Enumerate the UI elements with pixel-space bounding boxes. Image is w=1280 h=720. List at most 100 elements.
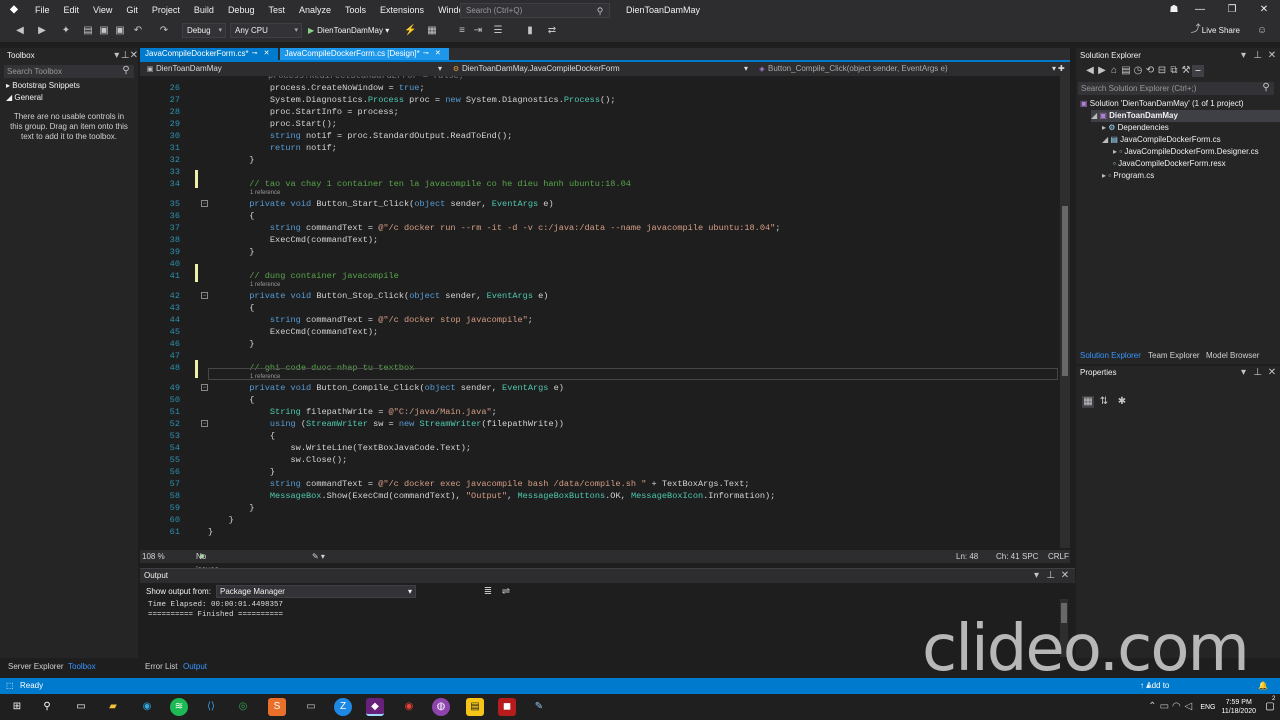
- menu-item-tools[interactable]: Tools: [338, 0, 373, 20]
- tab-error-list[interactable]: Error List: [145, 661, 177, 673]
- pin-icon[interactable]: ⊥: [1252, 367, 1264, 379]
- tree-item[interactable]: ▫ JavaCompileDockerForm.resx: [1113, 158, 1226, 170]
- show-all-files-icon[interactable]: ⧉: [1168, 65, 1180, 77]
- editor-scrollbar[interactable]: [1060, 76, 1070, 548]
- sync-icon[interactable]: ⟲: [1144, 65, 1156, 77]
- codelens-references[interactable]: 1 reference: [250, 189, 280, 197]
- brush-icon[interactable]: ✎ ▾: [312, 550, 325, 563]
- feedback-icon[interactable]: ☺: [1256, 25, 1268, 37]
- tree-item[interactable]: ▸ ▫ Program.cs: [1102, 170, 1154, 182]
- menu-item-test[interactable]: Test: [261, 0, 292, 20]
- output-source-select[interactable]: Package Manager ▾: [216, 585, 416, 598]
- hot-reload-icon[interactable]: ⚡: [404, 25, 416, 37]
- language-indicator[interactable]: ENG: [1200, 704, 1215, 711]
- live-share-button[interactable]: ⤴ Live Share: [1190, 24, 1240, 36]
- eol-indicator[interactable]: CRLF: [1048, 550, 1069, 563]
- bookmark-icon[interactable]: ▮: [524, 25, 536, 37]
- visual-studio-icon[interactable]: ◆: [366, 698, 384, 716]
- spc-indicator[interactable]: SPC: [1022, 550, 1038, 563]
- format-icon[interactable]: ≡: [456, 25, 468, 37]
- scroll-thumb[interactable]: [1062, 206, 1068, 376]
- alphabetical-icon[interactable]: ⇅: [1098, 396, 1110, 408]
- tab-model-browser[interactable]: Model Browser: [1206, 350, 1259, 362]
- close-icon[interactable]: ✕: [432, 48, 444, 60]
- tree-item[interactable]: ▸ ⚙ Dependencies: [1102, 122, 1169, 134]
- solution-search[interactable]: Search Solution Explorer (Ctrl+;) ⚲: [1078, 82, 1274, 95]
- notes-icon[interactable]: ▤: [466, 698, 484, 716]
- pin-icon[interactable]: ⊥: [121, 50, 130, 62]
- back-icon[interactable]: ◀: [14, 25, 26, 37]
- windows-start-icon[interactable]: ⊞: [8, 698, 26, 716]
- wifi-icon[interactable]: ◠: [1170, 701, 1182, 713]
- recorder-icon[interactable]: ◼: [498, 698, 516, 716]
- undo-icon[interactable]: ↶: [132, 25, 144, 37]
- tab-team-explorer[interactable]: Team Explorer: [1148, 350, 1200, 362]
- property-pages-icon[interactable]: ✱: [1116, 396, 1128, 408]
- dropdown-icon[interactable]: ▾: [1238, 50, 1250, 62]
- obs-icon[interactable]: ◍: [432, 698, 450, 716]
- menu-item-analyze[interactable]: Analyze: [292, 0, 338, 20]
- collapse-icon[interactable]: −: [201, 200, 208, 207]
- pin-icon[interactable]: ⊸: [420, 48, 432, 60]
- dropdown-icon[interactable]: ▾: [1031, 570, 1043, 582]
- pin-icon[interactable]: ⊥: [1045, 570, 1057, 582]
- close-icon[interactable]: ✕: [1059, 570, 1071, 582]
- open-file-icon[interactable]: ▤: [82, 25, 94, 37]
- close-icon[interactable]: ✕: [130, 50, 138, 62]
- dropdown-icon[interactable]: ▾: [113, 50, 121, 62]
- notepad-icon[interactable]: ✎: [530, 698, 548, 716]
- menu-item-file[interactable]: File: [28, 0, 57, 20]
- clock[interactable]: 7:59 PM 11/18/2020: [1221, 698, 1256, 716]
- pin-icon[interactable]: ⊥: [1252, 50, 1264, 62]
- pending-changes-icon[interactable]: ◷: [1132, 65, 1144, 77]
- close-icon[interactable]: ✕: [261, 48, 273, 60]
- nav-class-dropdown[interactable]: ⚙ DienToanDamMay.JavaCompileDockerForm: [450, 62, 620, 76]
- tab-code[interactable]: JavaCompileDockerForm.cs* ⊸ ✕: [140, 48, 278, 60]
- maximize-button[interactable]: ❐: [1216, 0, 1248, 20]
- toolbox-search[interactable]: Search Toolbox ⚲: [4, 65, 134, 78]
- close-icon[interactable]: ✕: [1266, 50, 1278, 62]
- save-icon[interactable]: ▣: [98, 25, 110, 37]
- switch-views-icon[interactable]: ▤: [1120, 65, 1132, 77]
- collapse-icon[interactable]: −: [201, 420, 208, 427]
- volume-icon[interactable]: ◁: [1182, 701, 1194, 713]
- new-project-icon[interactable]: ✦: [60, 25, 72, 37]
- notifications-icon[interactable]: 🔔: [1258, 678, 1268, 694]
- back-icon[interactable]: ◀: [1084, 65, 1096, 77]
- platform-combo[interactable]: Any CPU ▾: [230, 23, 302, 38]
- minimize-button[interactable]: —: [1184, 0, 1216, 20]
- forward-icon[interactable]: ▶: [1096, 65, 1108, 77]
- search-box[interactable]: Search (Ctrl+Q) ⚲: [460, 3, 610, 18]
- pin-icon[interactable]: ⊸: [249, 48, 261, 60]
- network-icon[interactable]: ▭: [1158, 701, 1170, 713]
- spotify-icon[interactable]: ≋: [170, 698, 188, 716]
- chrome-app-icon[interactable]: ◎: [234, 698, 252, 716]
- file-explorer-icon[interactable]: ▰: [104, 698, 122, 716]
- notification-center[interactable]: ▢ 2: [1264, 696, 1276, 713]
- zoom-level[interactable]: 108 %: [142, 550, 165, 563]
- close-icon[interactable]: ✕: [1266, 367, 1278, 379]
- config-combo[interactable]: Debug ▾: [182, 23, 226, 38]
- save-all-icon[interactable]: ▣: [114, 25, 126, 37]
- menu-item-debug[interactable]: Debug: [221, 0, 262, 20]
- split-icon[interactable]: ✚: [1058, 62, 1065, 76]
- vscode-icon[interactable]: ⟨⟩: [202, 698, 220, 716]
- toolbox-group-general[interactable]: ◢ General: [0, 92, 138, 104]
- tree-item[interactable]: ▸ ▫ JavaCompileDockerForm.Designer.cs: [1113, 146, 1259, 158]
- task-view-icon[interactable]: ▭: [72, 698, 90, 716]
- menu-item-edit[interactable]: Edit: [57, 0, 87, 20]
- tab-solution-explorer[interactable]: Solution Explorer: [1080, 350, 1141, 362]
- close-button[interactable]: ✕: [1248, 0, 1280, 20]
- zalo-icon[interactable]: Z: [334, 698, 352, 716]
- tab-server-explorer[interactable]: Server Explorer: [8, 661, 64, 673]
- collapse-icon[interactable]: −: [201, 292, 208, 299]
- categorized-icon[interactable]: ▦: [1082, 396, 1094, 408]
- bookmark-nav-icon[interactable]: ⇄: [546, 25, 558, 37]
- tree-item[interactable]: ◢ ▣ DienToanDamMay: [1091, 110, 1280, 122]
- tree-item[interactable]: ◢ ▤ JavaCompileDockerForm.cs: [1102, 134, 1221, 146]
- dropdown-icon[interactable]: ▾: [1238, 367, 1250, 379]
- edge-icon[interactable]: ◉: [138, 698, 156, 716]
- menu-item-extensions[interactable]: Extensions: [373, 0, 431, 20]
- sublime-icon[interactable]: S: [268, 698, 286, 716]
- tree-item[interactable]: ▣ Solution 'DienToanDamMay' (1 of 1 proj…: [1080, 98, 1244, 110]
